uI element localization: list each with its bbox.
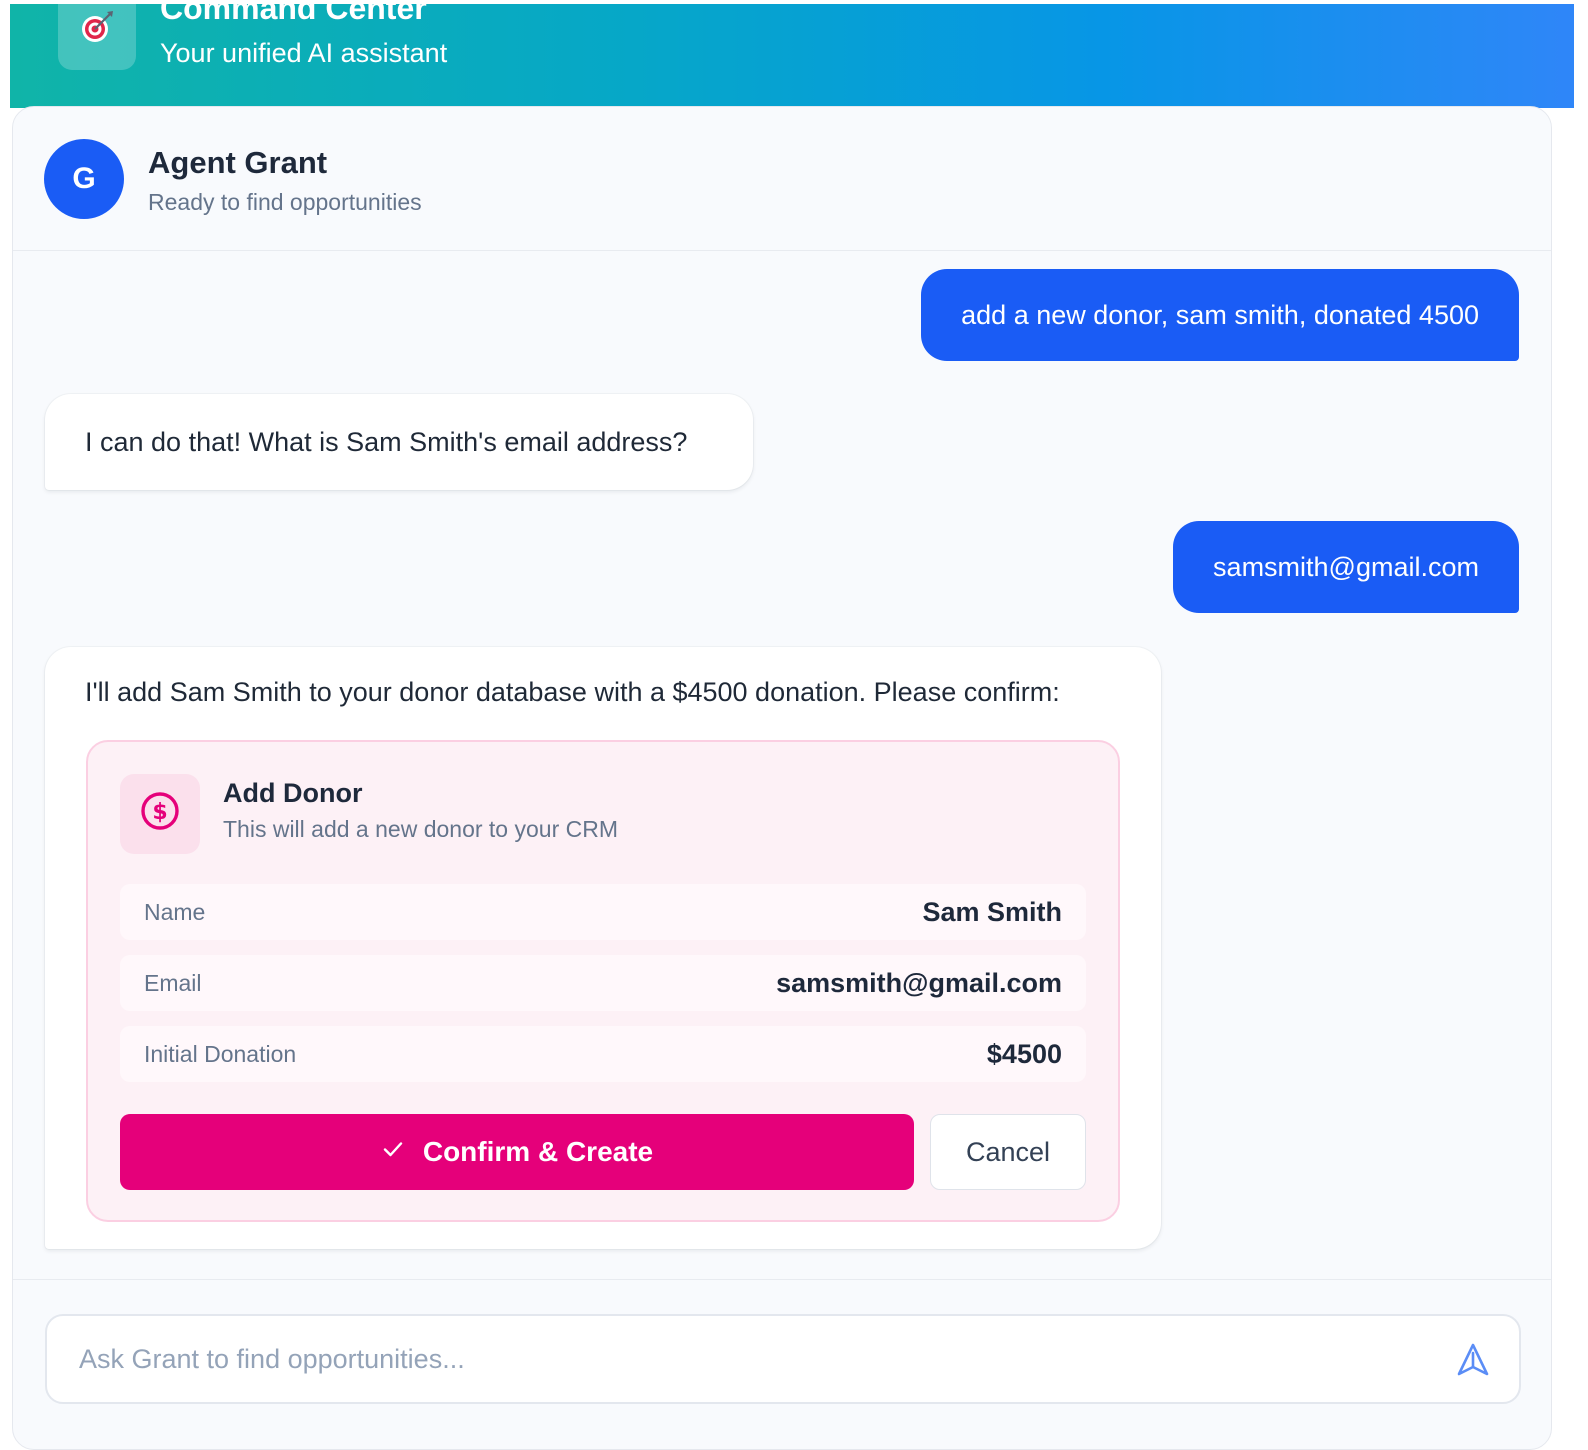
- assistant-message: I can do that! What is Sam Smith's email…: [45, 394, 753, 490]
- field-label: Name: [144, 898, 206, 925]
- field-name: Name Sam Smith: [120, 884, 1086, 940]
- svg-text:$: $: [152, 800, 167, 825]
- send-icon: [1454, 1341, 1492, 1384]
- input-area: [13, 1279, 1551, 1449]
- field-initial-donation: Initial Donation $4500: [120, 1026, 1086, 1082]
- chat-panel: G Agent Grant Ready to find opportunitie…: [12, 106, 1552, 1450]
- card-subtitle: This will add a new donor to your CRM: [223, 816, 618, 842]
- user-message: add a new donor, sam smith, donated 4500: [921, 269, 1519, 361]
- app-window: Command Center Your unified AI assistant…: [10, 4, 1574, 1450]
- card-icon-box: $: [120, 774, 200, 854]
- assistant-message-text: I'll add Sam Smith to your donor databas…: [85, 677, 1060, 707]
- chat-input[interactable]: [45, 1314, 1521, 1404]
- card-title: Add Donor: [223, 778, 363, 808]
- app-header: Command Center Your unified AI assistant: [10, 4, 1574, 108]
- app-title: Command Center: [160, 4, 427, 26]
- field-label: Initial Donation: [144, 1040, 297, 1067]
- check-icon: [381, 1136, 405, 1168]
- field-value: $4500: [986, 1038, 1062, 1069]
- agent-name: Agent Grant: [148, 145, 328, 180]
- field-label: Email: [144, 969, 202, 996]
- agent-header: G Agent Grant Ready to find opportunitie…: [13, 107, 1551, 251]
- avatar: G: [44, 139, 124, 219]
- field-value: Sam Smith: [922, 896, 1062, 927]
- field-value: samsmith@gmail.com: [776, 967, 1062, 998]
- confirm-label: Confirm & Create: [422, 1136, 654, 1167]
- header-logo: [58, 4, 136, 70]
- cancel-button[interactable]: Cancel: [930, 1114, 1086, 1190]
- app-subtitle: Your unified AI assistant: [160, 38, 448, 68]
- agent-status: Ready to find opportunities: [148, 189, 422, 215]
- target-icon: [77, 7, 117, 52]
- confirm-create-button[interactable]: Confirm & Create: [120, 1114, 914, 1190]
- send-button[interactable]: [1453, 1342, 1493, 1382]
- user-message: samsmith@gmail.com: [1173, 521, 1519, 613]
- add-donor-card: $ Add Donor This will add a new donor to…: [86, 740, 1120, 1222]
- field-email: Email samsmith@gmail.com: [120, 955, 1086, 1011]
- dollar-circle-icon: $: [139, 790, 181, 839]
- assistant-message: I'll add Sam Smith to your donor databas…: [45, 647, 1161, 1249]
